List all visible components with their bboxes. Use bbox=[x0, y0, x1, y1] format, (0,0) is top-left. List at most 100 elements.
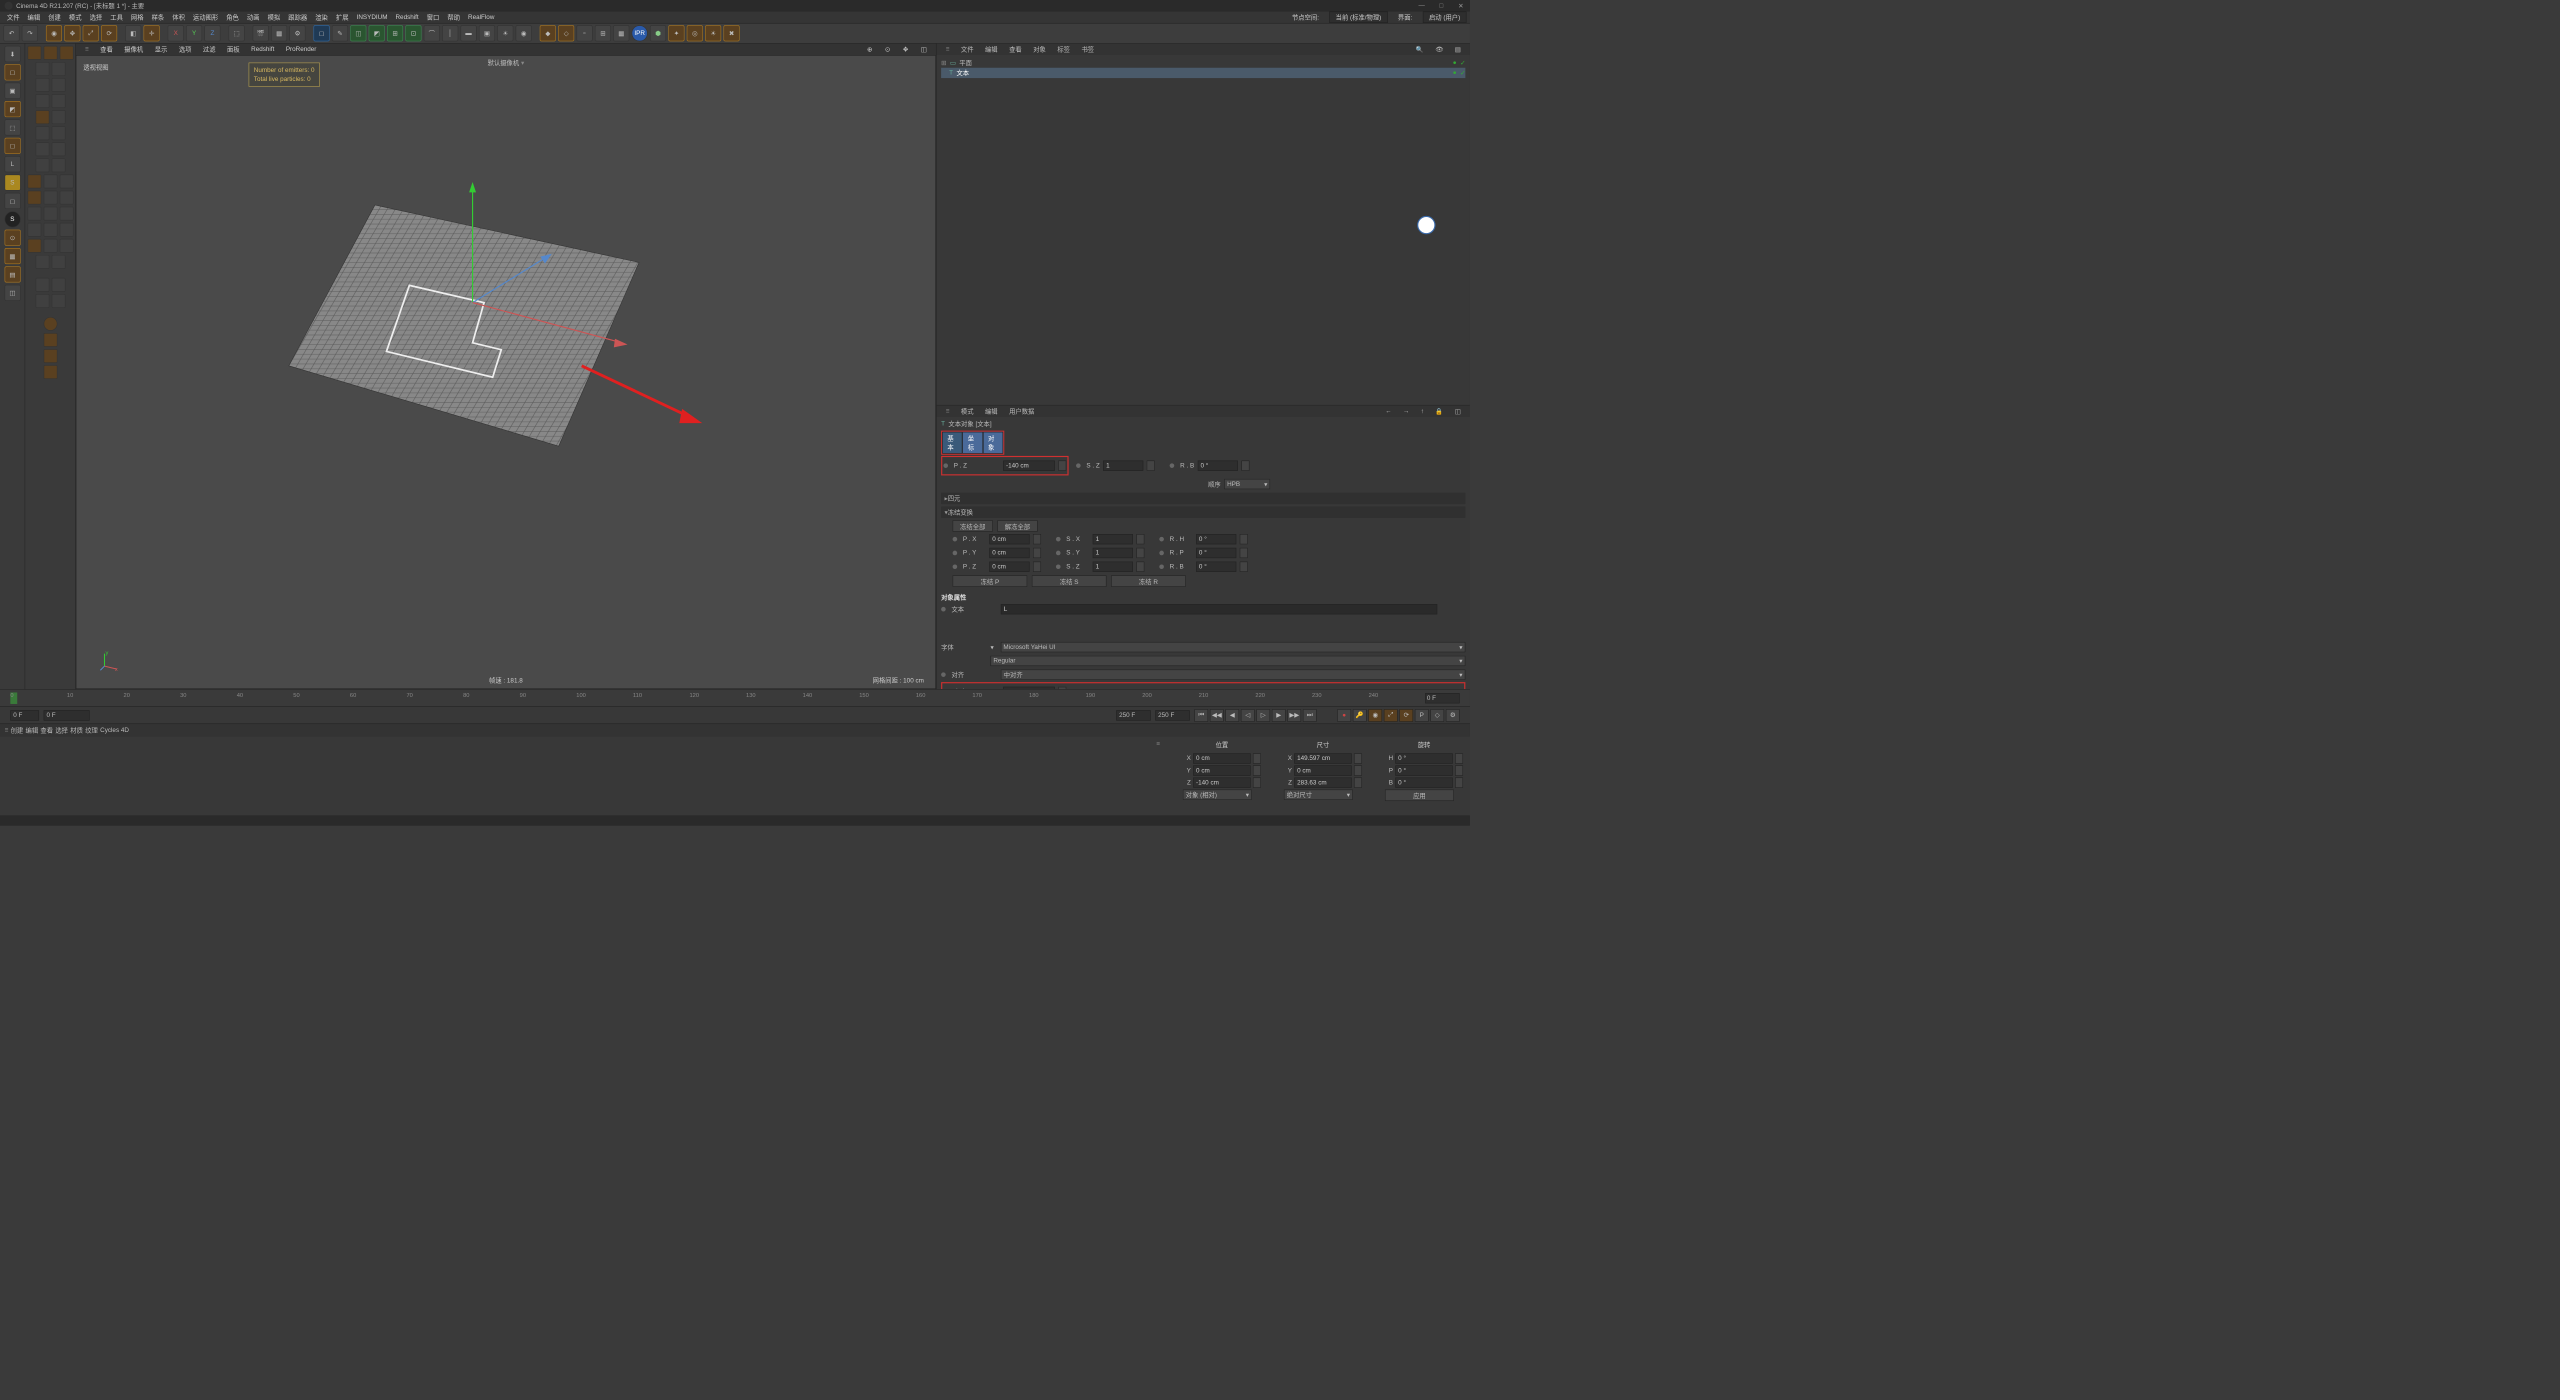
key-pla-btn[interactable]: ◇ bbox=[1430, 709, 1444, 722]
om-search-icon[interactable]: 🔍 bbox=[1411, 45, 1428, 55]
render-view[interactable]: 🎬 bbox=[253, 25, 269, 41]
pal-34[interactable] bbox=[51, 255, 65, 269]
rs-btn1[interactable]: ◆ bbox=[540, 25, 556, 41]
model-mode[interactable]: ◻ bbox=[4, 64, 20, 80]
goto-start-btn[interactable]: ⏮ bbox=[1194, 709, 1208, 722]
freeze-r-btn[interactable]: 冻结 R bbox=[1111, 575, 1186, 586]
pal-22[interactable] bbox=[43, 191, 57, 205]
menu-character[interactable]: 角色 bbox=[223, 11, 243, 22]
render-region[interactable]: ▦ bbox=[271, 25, 287, 41]
perspective-viewport[interactable]: 默认摄像机 ▾ 透视视图 Number of emitters: 0 Total… bbox=[76, 55, 936, 689]
play-fwd-btn[interactable]: ▷ bbox=[1256, 709, 1270, 722]
om-menu-edit[interactable]: 编辑 bbox=[980, 44, 1002, 55]
light-obj[interactable]: ☀ bbox=[497, 25, 513, 41]
extrude-gen[interactable]: ◩ bbox=[369, 25, 385, 41]
rs-btn5[interactable]: ▦ bbox=[613, 25, 629, 41]
y-axis-button[interactable]: Y bbox=[186, 25, 202, 41]
rs-btn9[interactable]: ☀ bbox=[705, 25, 721, 41]
quaternion-section[interactable]: 四元 bbox=[941, 493, 1465, 504]
pz-spinner[interactable] bbox=[1058, 461, 1066, 471]
pal-8[interactable] bbox=[35, 94, 49, 108]
pal-12[interactable] bbox=[35, 126, 49, 140]
camera-obj[interactable]: ▣ bbox=[479, 25, 495, 41]
rs-ipr[interactable]: IPR bbox=[632, 25, 648, 41]
edge-mode[interactable]: ◻ bbox=[4, 138, 20, 154]
pal-33[interactable] bbox=[35, 255, 49, 269]
rs-btn7[interactable]: ✦ bbox=[668, 25, 684, 41]
font-weight-dropdown[interactable]: Regular▾ bbox=[990, 656, 1465, 666]
scale-tool[interactable]: ⤢ bbox=[83, 25, 99, 41]
timeline[interactable]: 0102030405060708090100110120130140150160… bbox=[0, 690, 1470, 707]
rotate-tool[interactable]: ⟳ bbox=[101, 25, 117, 41]
cloner-gen[interactable]: ⊡ bbox=[405, 25, 421, 41]
prev-frame-btn[interactable]: ◀ bbox=[1225, 709, 1239, 722]
z-axis-button[interactable]: Z bbox=[204, 25, 220, 41]
vp-nav-icon[interactable]: ⊕ bbox=[862, 45, 876, 55]
rs-btn3[interactable]: ▫ bbox=[576, 25, 592, 41]
pos-z-input[interactable] bbox=[1193, 777, 1250, 787]
rot-h-input[interactable] bbox=[1395, 753, 1452, 763]
key-scale-btn[interactable]: ⤢ bbox=[1384, 709, 1398, 722]
tab-basic[interactable]: 基本 bbox=[942, 432, 962, 454]
vp-max-icon[interactable]: ◫ bbox=[916, 45, 931, 55]
vp-menu-panel[interactable]: 面板 bbox=[222, 44, 244, 55]
undo-button[interactable]: ↶ bbox=[3, 25, 19, 41]
pal-23[interactable] bbox=[59, 191, 73, 205]
size-mode-dropdown[interactable]: 绝对尺寸▾ bbox=[1284, 790, 1353, 800]
close-button[interactable]: ✕ bbox=[1456, 2, 1465, 9]
pal-27[interactable] bbox=[27, 223, 41, 237]
pz-input[interactable] bbox=[1003, 461, 1055, 471]
pal-2[interactable] bbox=[43, 46, 57, 60]
am-menu-edit[interactable]: 编辑 bbox=[980, 405, 1002, 416]
autokey-btn[interactable]: 🔑 bbox=[1353, 709, 1367, 722]
pal-31[interactable] bbox=[43, 239, 57, 253]
volume-obj[interactable]: ◉ bbox=[516, 25, 532, 41]
pal-nav3[interactable] bbox=[43, 349, 57, 363]
pal-11[interactable] bbox=[51, 110, 65, 124]
bend-deformer[interactable]: ⌒ bbox=[424, 25, 440, 41]
pal-32[interactable] bbox=[59, 239, 73, 253]
pal-35[interactable] bbox=[35, 278, 49, 292]
tab-object[interactable]: 对象 bbox=[983, 432, 1003, 454]
menu-realflow[interactable]: RealFlow bbox=[465, 13, 498, 22]
freeze-s-btn[interactable]: 冻结 S bbox=[1032, 575, 1107, 586]
rb-input[interactable] bbox=[1198, 461, 1238, 471]
pal-nav2[interactable] bbox=[43, 333, 57, 347]
pal-16[interactable] bbox=[35, 158, 49, 172]
floor-obj[interactable]: ▬ bbox=[461, 25, 477, 41]
menu-mograph[interactable]: 运动图形 bbox=[189, 11, 221, 22]
tab-coord[interactable]: 坐标 bbox=[963, 432, 983, 454]
am-up-icon[interactable]: ↑ bbox=[1416, 406, 1428, 416]
pal-9[interactable] bbox=[51, 94, 65, 108]
workplane-mode[interactable]: ◩ bbox=[4, 101, 20, 117]
sz-input[interactable] bbox=[1103, 461, 1143, 471]
prev-key-btn[interactable]: ◀◀ bbox=[1210, 709, 1224, 722]
viewport-solo[interactable]: S bbox=[4, 211, 20, 227]
pen-tool[interactable]: ✎ bbox=[332, 25, 348, 41]
menu-extensions[interactable]: 扩展 bbox=[332, 11, 352, 22]
snap-settings[interactable]: ◫ bbox=[4, 285, 20, 301]
mat-texture[interactable]: 纹理 bbox=[85, 726, 98, 735]
om-menu-objects[interactable]: 对象 bbox=[1029, 44, 1051, 55]
align-dropdown[interactable]: 中对齐▾ bbox=[1001, 670, 1466, 680]
sz-spinner[interactable] bbox=[1147, 461, 1155, 471]
record-btn[interactable]: ● bbox=[1337, 709, 1351, 722]
menu-select[interactable]: 选择 bbox=[86, 11, 106, 22]
om-menu-tags[interactable]: 标签 bbox=[1053, 44, 1075, 55]
pal-nav4[interactable] bbox=[43, 365, 57, 379]
pos-y-input[interactable] bbox=[1193, 765, 1250, 775]
pal-26[interactable] bbox=[59, 207, 73, 221]
am-back-icon[interactable]: ← bbox=[1381, 406, 1397, 416]
rb-spinner[interactable] bbox=[1241, 461, 1249, 471]
rs-btn4[interactable]: ⊞ bbox=[595, 25, 611, 41]
tweak-mode[interactable]: ◻ bbox=[4, 193, 20, 209]
vp-menu-view[interactable]: 查看 bbox=[96, 44, 118, 55]
pal-17[interactable] bbox=[51, 158, 65, 172]
snap-workplane[interactable]: ▤ bbox=[4, 266, 20, 282]
pal-29[interactable] bbox=[59, 223, 73, 237]
x-axis-button[interactable]: X bbox=[168, 25, 184, 41]
pal-6[interactable] bbox=[35, 78, 49, 92]
tl-cur-field[interactable] bbox=[44, 710, 90, 720]
vp-zoom-icon[interactable]: ⊙ bbox=[880, 45, 894, 55]
rs-btn6[interactable]: ⬢ bbox=[650, 25, 666, 41]
